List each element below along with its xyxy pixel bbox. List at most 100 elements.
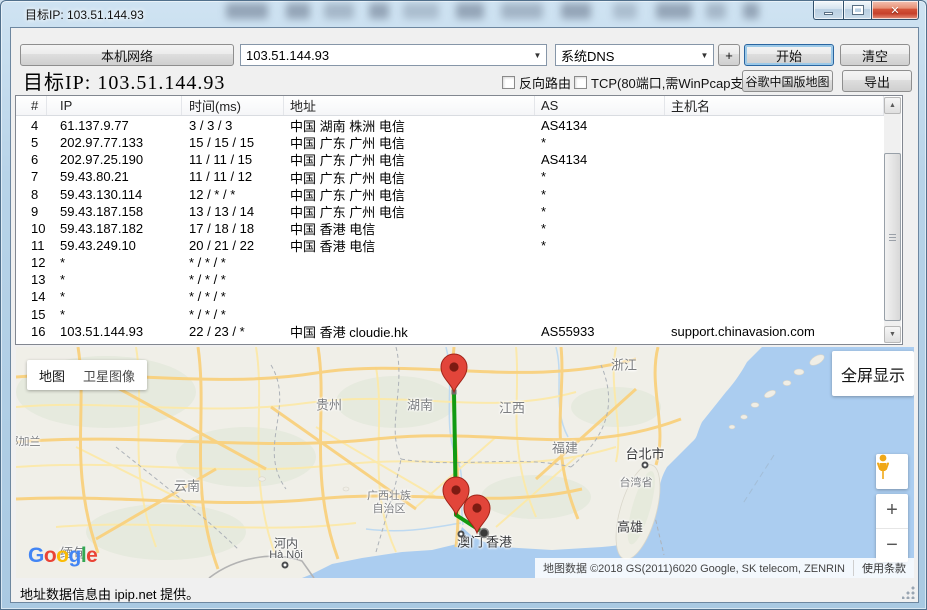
add-button[interactable]: + xyxy=(718,44,740,66)
zoom-in-button[interactable]: + xyxy=(876,494,908,529)
map-type-map-button[interactable]: 地图 xyxy=(39,366,65,385)
reverse-route-label: 反向路由 xyxy=(519,73,571,92)
table-row[interactable]: 859.43.130.11412 / * / *中国 广东 广州 电信* xyxy=(16,186,884,203)
terms-link[interactable]: 使用条款 xyxy=(853,560,914,576)
col-time[interactable]: 时间(ms) xyxy=(182,96,284,115)
col-as[interactable]: AS xyxy=(535,96,665,115)
cell-ip: 103.51.144.93 xyxy=(47,324,182,339)
chevron-down-icon[interactable]: ▼ xyxy=(696,51,713,60)
clear-button[interactable]: 清空 xyxy=(840,44,910,66)
chevron-down-icon[interactable]: ▼ xyxy=(529,51,546,60)
checkbox-box[interactable] xyxy=(502,76,515,89)
fullscreen-button[interactable]: 全屏显示 xyxy=(832,351,914,396)
cell-addr: 中国 湖南 株洲 电信 xyxy=(284,116,535,135)
col-address[interactable]: 地址 xyxy=(284,96,535,115)
cell-addr: 中国 香港 cloudie.hk xyxy=(284,322,535,341)
table-row[interactable]: 461.137.9.773 / 3 / 3中国 湖南 株洲 电信AS4134 xyxy=(16,117,884,134)
scrollbar-thumb[interactable] xyxy=(884,153,901,321)
export-button[interactable]: 导出 xyxy=(842,70,912,92)
cell-ip: * xyxy=(47,255,182,270)
cell-hop: 14 xyxy=(16,289,47,304)
google-china-map-button[interactable]: 谷歌中国版地图 xyxy=(742,70,833,92)
cell-hop: 5 xyxy=(16,135,47,150)
local-network-button[interactable]: 本机网络 xyxy=(20,44,234,66)
table-row[interactable]: 13** / * / * xyxy=(16,271,884,288)
target-ip-value: 103.51.144.93 xyxy=(241,48,529,63)
vertical-scrollbar[interactable]: ▲ ▼ xyxy=(884,97,901,343)
table-row[interactable]: 14** / * / * xyxy=(16,288,884,305)
cell-time: * / * / * xyxy=(182,255,284,270)
cell-ip: 59.43.187.182 xyxy=(47,221,182,236)
cell-hop: 7 xyxy=(16,169,47,184)
cell-hop: 9 xyxy=(16,204,47,219)
cell-ip: 59.43.80.21 xyxy=(47,169,182,184)
table-header[interactable]: # IP 时间(ms) 地址 AS 主机名 xyxy=(16,96,884,116)
maximize-icon xyxy=(853,6,863,14)
map-type-control[interactable]: 地图 卫星图像 xyxy=(27,360,147,390)
reverse-route-checkbox[interactable]: 反向路由 xyxy=(502,73,571,92)
google-logo[interactable]: Google xyxy=(28,544,97,568)
map-type-satellite-button[interactable]: 卫星图像 xyxy=(83,366,135,385)
table-row[interactable]: 1159.43.249.1020 / 21 / 22中国 香港 电信* xyxy=(16,237,884,254)
pin-zhuzhou[interactable] xyxy=(441,354,467,392)
scroll-down-button[interactable]: ▼ xyxy=(884,326,901,343)
cell-addr: 中国 广东 广州 电信 xyxy=(284,202,535,221)
tcp-label: TCP(80端口,需WinPcap支持) xyxy=(591,73,761,92)
col-hostname[interactable]: 主机名 xyxy=(665,96,884,115)
map-canvas[interactable]: 湖南江西浙江福建贵州云南广西壮族自治区那加兰缅甸台湾省台北市高雄澳门香港河内Hà… xyxy=(16,347,914,578)
google-logo-letter: G xyxy=(28,544,44,567)
cell-ip: 202.97.77.133 xyxy=(47,135,182,150)
cell-hop: 15 xyxy=(16,307,47,322)
target-ip-combobox[interactable]: 103.51.144.93 ▼ xyxy=(240,44,547,66)
table-row[interactable]: 12** / * / * xyxy=(16,254,884,271)
col-hop[interactable]: # xyxy=(16,96,47,115)
cell-time: 22 / 23 / * xyxy=(182,324,284,339)
google-logo-letter: g xyxy=(69,544,81,567)
table-row[interactable]: 5202.97.77.13315 / 15 / 15中国 广东 广州 电信* xyxy=(16,134,884,151)
dns-value: 系统DNS xyxy=(556,46,696,65)
traceroute-table: # IP 时间(ms) 地址 AS 主机名 461.137.9.773 / 3 … xyxy=(15,95,903,345)
glass-blur-decor xyxy=(561,3,591,19)
tcp-checkbox[interactable]: TCP(80端口,需WinPcap支持) xyxy=(574,73,761,92)
table-row[interactable]: 6202.97.25.19011 / 11 / 15中国 广东 广州 电信AS4… xyxy=(16,151,884,168)
maximize-button[interactable] xyxy=(843,1,871,20)
client-area: 本机网络 103.51.144.93 ▼ 系统DNS ▼ + 开始 清空 目标I… xyxy=(10,27,919,603)
cell-ip: 59.43.130.114 xyxy=(47,187,182,202)
resize-grip[interactable] xyxy=(902,586,915,599)
start-button[interactable]: 开始 xyxy=(744,44,834,66)
cell-ip: 61.137.9.77 xyxy=(47,118,182,133)
route-end-dot xyxy=(480,529,489,538)
cell-as: AS4134 xyxy=(535,118,665,133)
table-row[interactable]: 959.43.187.15813 / 13 / 14中国 广东 广州 电信* xyxy=(16,203,884,220)
zoom-out-button[interactable]: − xyxy=(876,529,908,563)
map-pins xyxy=(441,354,490,533)
title-bar[interactable]: 目标IP: 103.51.144.93 ✕ xyxy=(1,1,926,27)
table-row[interactable]: 15** / * / * xyxy=(16,306,884,323)
map-zoom-control: + − xyxy=(876,494,908,562)
table-row[interactable]: 1059.43.187.18217 / 18 / 18中国 香港 电信* xyxy=(16,220,884,237)
cell-hop: 16 xyxy=(16,324,47,339)
cell-addr: 中国 广东 广州 电信 xyxy=(284,150,535,169)
close-button[interactable]: ✕ xyxy=(871,1,919,20)
glass-blur-decor xyxy=(501,3,543,19)
table-row[interactable]: 16103.51.144.9322 / 23 / *中国 香港 cloudie.… xyxy=(16,323,884,340)
table-row[interactable]: 759.43.80.2111 / 11 / 12中国 广东 广州 电信* xyxy=(16,168,884,185)
cell-as: * xyxy=(535,135,665,150)
table-body: 461.137.9.773 / 3 / 3中国 湖南 株洲 电信AS413452… xyxy=(16,117,884,344)
map-attribution: 地图数据 ©2018 GS(2011)6020 Google, SK telec… xyxy=(535,558,914,578)
cell-hop: 10 xyxy=(16,221,47,236)
minimize-button[interactable] xyxy=(813,1,843,20)
scroll-up-button[interactable]: ▲ xyxy=(884,97,901,114)
cell-as: * xyxy=(535,238,665,253)
cell-ip: 202.97.25.190 xyxy=(47,152,182,167)
cell-addr: 中国 广东 广州 电信 xyxy=(284,133,535,152)
pin-hongkong[interactable] xyxy=(464,495,490,533)
col-ip[interactable]: IP xyxy=(47,96,182,115)
cell-time: 11 / 11 / 15 xyxy=(182,152,284,167)
dns-combobox[interactable]: 系统DNS ▼ xyxy=(555,44,714,66)
cell-time: * / * / * xyxy=(182,289,284,304)
cell-hop: 13 xyxy=(16,272,47,287)
pegman-control[interactable] xyxy=(876,454,908,489)
checkbox-box[interactable] xyxy=(574,76,587,89)
attribution-text: 地图数据 ©2018 GS(2011)6020 Google, SK telec… xyxy=(535,560,853,576)
